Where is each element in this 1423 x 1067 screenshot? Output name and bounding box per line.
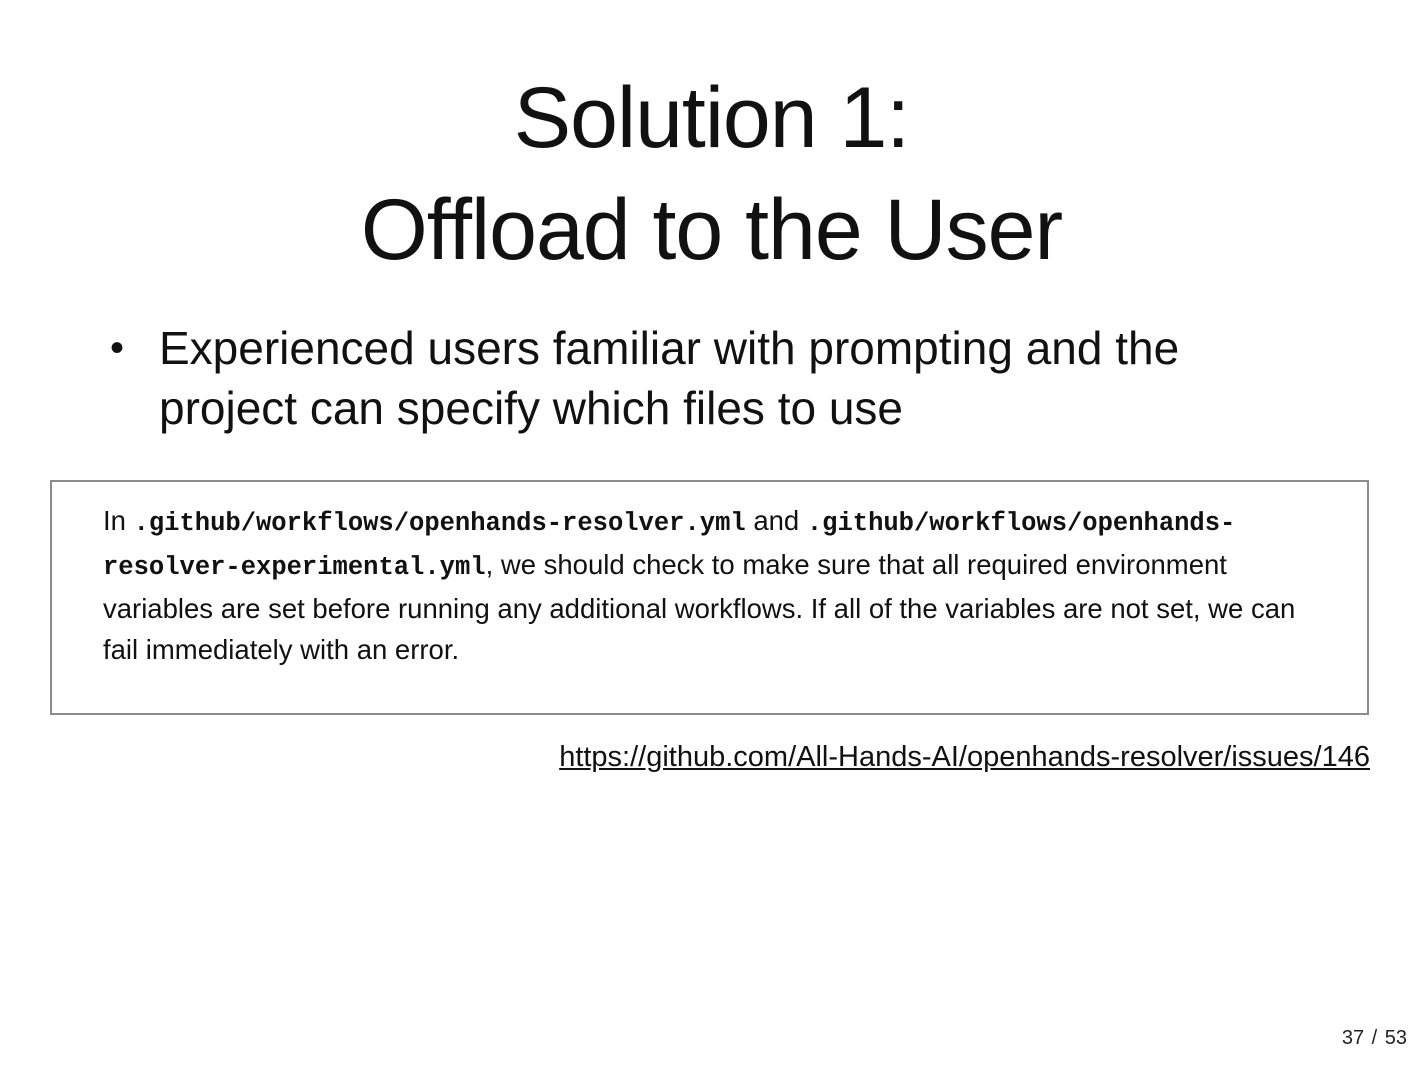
slide-title-line2: Offload to the User	[360, 182, 1063, 278]
bullet-list: • Experienced users familiar with prompt…	[108, 318, 1328, 438]
issue-quote-box: In .github/workflows/openhands-resolver.…	[50, 480, 1369, 715]
bullet-text: Experienced users familiar with promptin…	[159, 322, 1180, 434]
slide-title-line1: Solution 1:	[513, 70, 910, 166]
page-number: 37 / 53	[1341, 1027, 1407, 1049]
quote-prefix: In	[103, 505, 134, 536]
bullet-item: • Experienced users familiar with prompt…	[108, 318, 1328, 438]
slide-title: Solution 1: Offload to the User	[0, 62, 1423, 286]
slide: Solution 1: Offload to the User • Experi…	[0, 0, 1423, 1067]
quote-joiner: and	[745, 505, 807, 536]
issue-link[interactable]: https://github.com/All-Hands-AI/openhand…	[559, 737, 1370, 777]
bullet-dot-icon: •	[110, 326, 125, 370]
quote-file-path-1: .github/workflows/openhands-resolver.yml	[133, 509, 746, 538]
